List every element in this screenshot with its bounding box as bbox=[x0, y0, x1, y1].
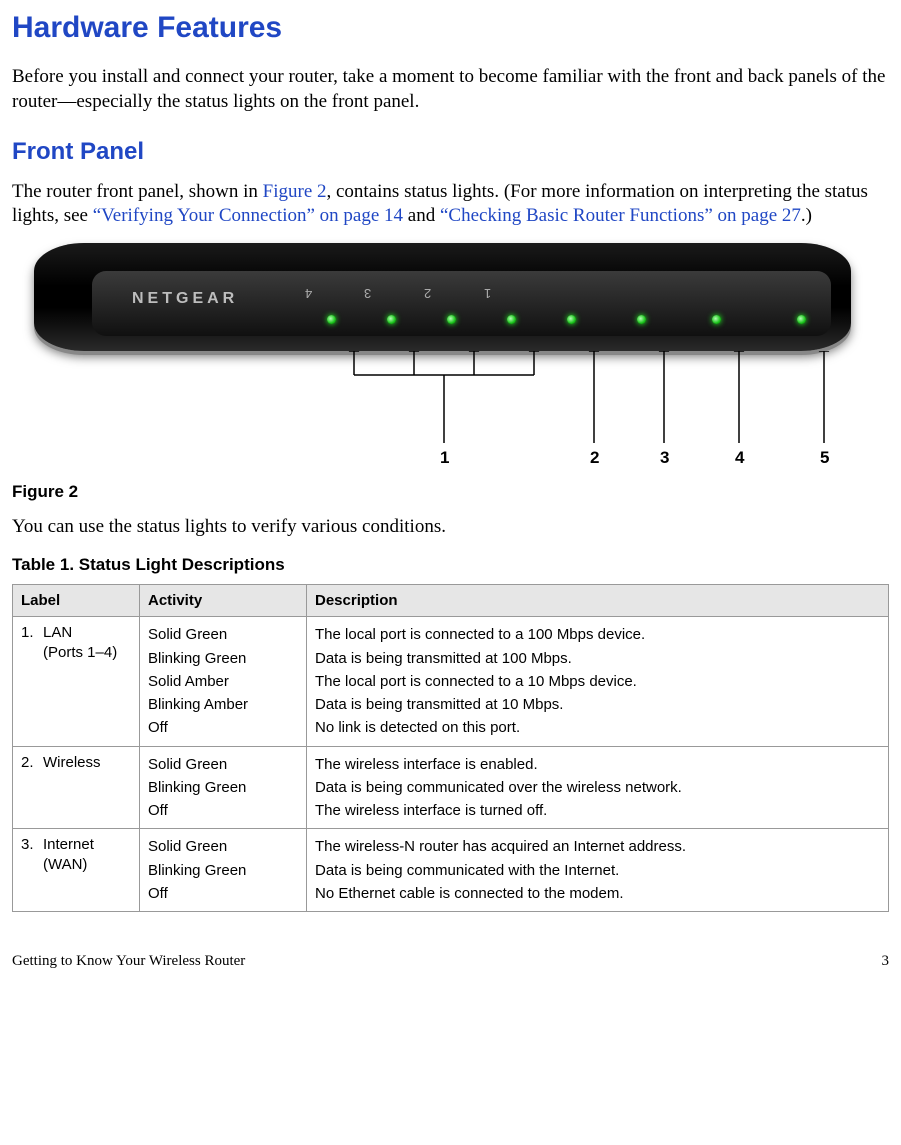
callout-number: 5 bbox=[820, 447, 829, 469]
activity-cell: Solid Green Blinking Green Off bbox=[140, 746, 307, 829]
figure-link[interactable]: Figure 2 bbox=[263, 181, 327, 202]
led-icon bbox=[567, 315, 576, 324]
activity-value: Blinking Green bbox=[148, 859, 298, 882]
label-line: Wireless bbox=[43, 754, 101, 771]
led-icon bbox=[327, 315, 336, 324]
label-line: Internet bbox=[43, 836, 94, 853]
description-value: The wireless interface is enabled. bbox=[315, 753, 880, 776]
callout-number: 4 bbox=[735, 447, 744, 469]
activity-value: Off bbox=[148, 799, 298, 822]
activity-value: Solid Green bbox=[148, 835, 298, 858]
figure-caption: Figure 2 bbox=[12, 481, 889, 503]
table-row: 2. Wireless Solid Green Blinking Green O… bbox=[13, 746, 889, 829]
led-icon bbox=[637, 315, 646, 324]
led-icon bbox=[712, 315, 721, 324]
text: and bbox=[403, 205, 440, 226]
activity-value: Blinking Amber bbox=[148, 693, 298, 716]
subsection-heading: Front Panel bbox=[12, 136, 889, 167]
checking-functions-link[interactable]: “Checking Basic Router Functions” on pag… bbox=[440, 205, 801, 226]
text: .) bbox=[801, 205, 812, 226]
led-icon bbox=[507, 315, 516, 324]
description-value: The wireless-N router has acquired an In… bbox=[315, 835, 880, 858]
col-header-description: Description bbox=[307, 584, 889, 617]
figure-callouts: 1 2 3 4 5 bbox=[56, 351, 889, 471]
led-icon bbox=[387, 315, 396, 324]
row-number: 1. bbox=[21, 623, 43, 662]
label-line: (Ports 1–4) bbox=[43, 644, 117, 661]
description-value: No Ethernet cable is connected to the mo… bbox=[315, 882, 880, 905]
port-number-label: 1 bbox=[484, 284, 491, 301]
label-cell: 1. LAN (Ports 1–4) bbox=[13, 617, 140, 746]
label-line: (WAN) bbox=[43, 856, 87, 873]
label-cell: 3. Internet (WAN) bbox=[13, 829, 140, 912]
description-cell: The wireless interface is enabled. Data … bbox=[307, 746, 889, 829]
page-footer: Getting to Know Your Wireless Router 3 bbox=[12, 952, 889, 972]
table-row: 1. LAN (Ports 1–4) Solid Green Blinking … bbox=[13, 617, 889, 746]
table-row: 3. Internet (WAN) Solid Green Blinking G… bbox=[13, 829, 889, 912]
description-value: The local port is connected to a 100 Mbp… bbox=[315, 623, 880, 646]
port-number-label: 4 bbox=[305, 284, 312, 301]
description-value: The wireless interface is turned off. bbox=[315, 799, 880, 822]
status-light-table: Label Activity Description 1. LAN (Ports… bbox=[12, 584, 889, 912]
text: The router front panel, shown in bbox=[12, 181, 263, 202]
callout-number: 3 bbox=[660, 447, 669, 469]
port-number-label: 2 bbox=[424, 284, 431, 301]
activity-cell: Solid Green Blinking Green Solid Amber B… bbox=[140, 617, 307, 746]
description-value: Data is being communicated with the Inte… bbox=[315, 859, 880, 882]
intro-paragraph: Before you install and connect your rout… bbox=[12, 65, 889, 114]
table-caption: Table 1. Status Light Descriptions bbox=[12, 554, 889, 576]
led-icon bbox=[797, 315, 806, 324]
activity-value: Solid Amber bbox=[148, 670, 298, 693]
callout-lines-icon bbox=[56, 351, 873, 471]
label-line: LAN bbox=[43, 624, 72, 641]
description-cell: The local port is connected to a 100 Mbp… bbox=[307, 617, 889, 746]
description-value: Data is being transmitted at 100 Mbps. bbox=[315, 647, 880, 670]
activity-value: Off bbox=[148, 716, 298, 739]
col-header-activity: Activity bbox=[140, 584, 307, 617]
row-number: 3. bbox=[21, 835, 43, 874]
port-number-label: 3 bbox=[364, 284, 371, 301]
description-cell: The wireless-N router has acquired an In… bbox=[307, 829, 889, 912]
description-value: The local port is connected to a 10 Mbps… bbox=[315, 670, 880, 693]
router-body: NETGEAR 4 3 2 1 bbox=[34, 243, 851, 351]
activity-value: Off bbox=[148, 882, 298, 905]
description-value: No link is detected on this port. bbox=[315, 716, 880, 739]
front-panel-paragraph: The router front panel, shown in Figure … bbox=[12, 180, 889, 229]
router-brand-label: NETGEAR bbox=[132, 289, 238, 310]
table-header-row: Label Activity Description bbox=[13, 584, 889, 617]
activity-value: Solid Green bbox=[148, 753, 298, 776]
section-heading: Hardware Features bbox=[12, 8, 889, 47]
description-value: Data is being transmitted at 10 Mbps. bbox=[315, 693, 880, 716]
verifying-connection-link[interactable]: “Verifying Your Connection” on page 14 bbox=[93, 205, 403, 226]
description-value: Data is being communicated over the wire… bbox=[315, 776, 880, 799]
activity-cell: Solid Green Blinking Green Off bbox=[140, 829, 307, 912]
led-icon bbox=[447, 315, 456, 324]
activity-value: Solid Green bbox=[148, 623, 298, 646]
post-figure-text: You can use the status lights to verify … bbox=[12, 515, 889, 540]
activity-value: Blinking Green bbox=[148, 776, 298, 799]
router-illustration: NETGEAR 4 3 2 1 bbox=[34, 243, 889, 471]
callout-number: 1 bbox=[440, 447, 449, 469]
footer-page-number: 3 bbox=[882, 952, 890, 972]
col-header-label: Label bbox=[13, 584, 140, 617]
callout-number: 2 bbox=[590, 447, 599, 469]
footer-chapter-title: Getting to Know Your Wireless Router bbox=[12, 952, 245, 972]
router-face: NETGEAR 4 3 2 1 bbox=[92, 271, 831, 336]
row-number: 2. bbox=[21, 753, 43, 773]
label-cell: 2. Wireless bbox=[13, 746, 140, 829]
activity-value: Blinking Green bbox=[148, 647, 298, 670]
